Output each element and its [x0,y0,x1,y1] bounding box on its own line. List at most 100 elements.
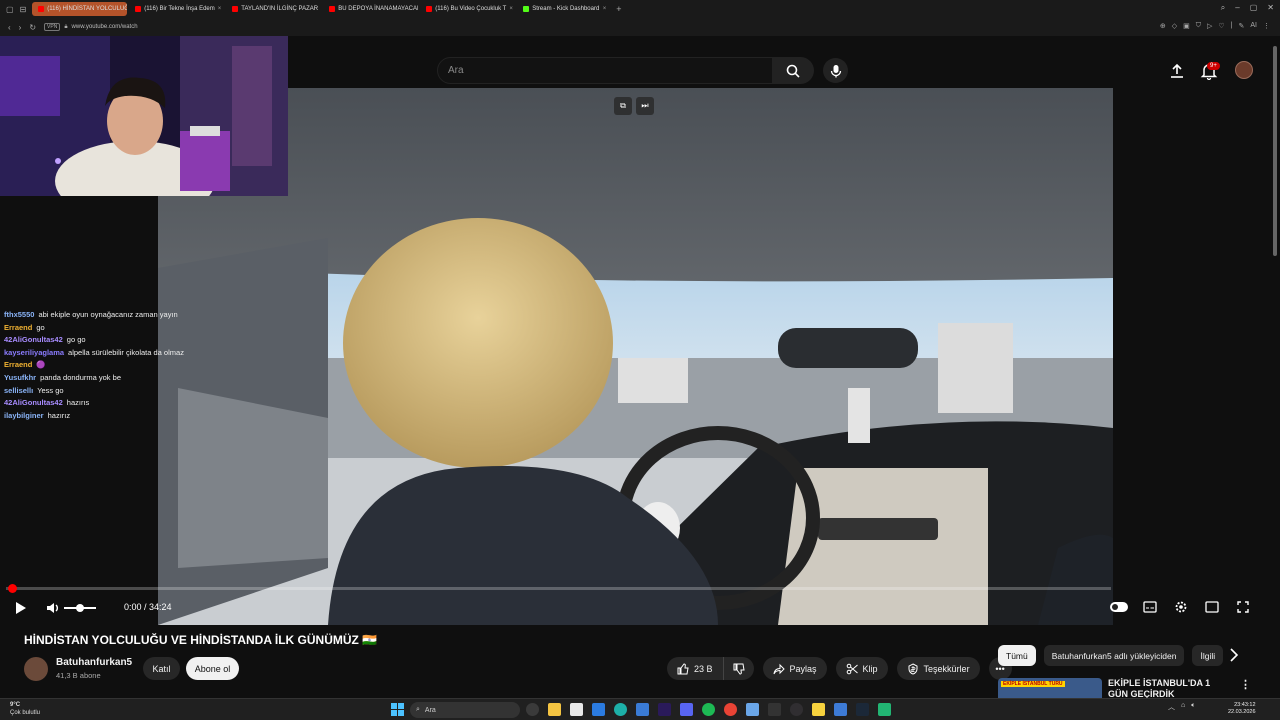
chat-username[interactable]: Erraend [4,360,32,369]
browser-tab[interactable]: TAYLAND'IN İLGİNÇ PAZAR× [226,2,321,16]
volume-slider[interactable] [64,604,96,612]
vpn-app-icon[interactable] [834,703,847,716]
close-tab-icon[interactable]: × [218,6,222,12]
store-icon[interactable] [592,703,605,716]
related-video-thumbnail[interactable]: EKİPLE İSTANBUL TURU [998,678,1102,698]
heart-icon[interactable]: ♡ [1218,22,1224,30]
forward-icon[interactable]: › [19,23,22,32]
chat-username[interactable]: sellisellı [4,386,33,395]
notes-icon[interactable] [812,703,825,716]
browser-tab[interactable]: (116) Bu Video Çocukluk T × [420,2,515,16]
edit-icon[interactable]: ✎ [1239,22,1245,30]
ai-button[interactable]: AI [1250,22,1257,30]
channel-avatar[interactable] [24,657,48,681]
filter-chip[interactable]: İlgili [1192,645,1224,666]
tray-expand-icon[interactable]: ︿ [1168,702,1175,712]
photos-icon[interactable] [636,703,649,716]
snapshot-icon[interactable]: ▣ [1183,22,1190,30]
sidebar-toggle-icon[interactable]: ▢ [6,5,14,14]
workspaces-icon[interactable]: ⊟ [20,5,27,14]
obs-icon[interactable] [790,703,803,716]
speaker-icon[interactable]: 🔈︎ [1191,702,1195,712]
like-button[interactable]: 23 B [667,657,724,680]
premiere-icon[interactable] [658,703,671,716]
minimize-icon[interactable]: – [1235,3,1239,13]
back-icon[interactable]: ‹ [8,23,11,32]
subscribe-button[interactable]: Abone ol [186,657,239,680]
edge-icon[interactable] [614,703,627,716]
chat-username[interactable]: ilaybilginer [4,411,44,420]
clip-button[interactable]: Klip [835,657,888,680]
bookmark-icon[interactable]: ◇ [1172,22,1177,30]
browser-tab[interactable]: (116) Bir Tekne İnşa Edem × [129,2,224,16]
taskbar-clock[interactable]: 23:43:12 22.03.2026 [1228,702,1256,716]
weather-widget[interactable]: 9°C Çok bulutlu [10,701,40,717]
upload-icon[interactable] [1168,62,1186,80]
chevron-right-icon[interactable] [1229,648,1239,662]
taskbar-search[interactable]: ⌕ Ara [410,702,520,718]
play-icon[interactable] [14,600,28,616]
search-button[interactable] [772,57,814,84]
subtitles-button[interactable] [1141,598,1159,616]
menu-icon[interactable]: ⋮ [1263,22,1270,30]
vpn-badge[interactable]: VPN [44,23,61,31]
chat-username[interactable]: 42AliGonultas42 [4,335,63,344]
gallery-icon[interactable] [746,703,759,716]
shield-icon[interactable]: ⛉ [1196,22,1201,30]
settings-button[interactable] [1172,598,1190,616]
channel-name[interactable]: Batuhanfurkan5 [56,657,132,668]
app-icon[interactable] [878,703,891,716]
discord-icon[interactable] [680,703,693,716]
browser-tab[interactable]: BU DEPOYA İNANAMAYACAKS× [323,2,418,16]
notepad-icon[interactable] [570,703,583,716]
progress-scrubber[interactable] [8,584,17,593]
voice-search-button[interactable] [823,58,848,83]
search-input[interactable]: Ara [437,57,774,84]
steam-icon[interactable] [856,703,869,716]
video-progress-bar[interactable] [6,584,1111,593]
skip-next-icon[interactable]: ⏭ [636,97,654,115]
search-tabs-icon[interactable]: ⌕ [1221,3,1225,13]
reload-icon[interactable]: ↻ [29,23,36,32]
video-player[interactable] [158,88,1113,625]
browser-tab[interactable]: Stream - Kick Dashboard × [517,2,612,16]
thanks-button[interactable]: Teşekkürler [896,657,980,680]
filter-chip[interactable]: Tümü [998,645,1036,666]
close-tab-icon[interactable]: × [509,6,513,12]
related-more-icon[interactable]: ⋮ [1240,678,1251,691]
account-avatar[interactable] [1235,61,1253,79]
url-field[interactable]: www.youtube.com/watch [72,24,138,30]
chat-username[interactable]: fthx5550 [4,310,34,319]
chat-username[interactable]: 42AliGonultas42 [4,398,63,407]
miniplayer-icon[interactable]: ⧉ [614,97,632,115]
play-icon[interactable]: ▷ [1207,22,1212,30]
theater-mode-button[interactable] [1203,598,1221,616]
browser-tab[interactable]: (116) HİNDİSTAN YOLCULUĞU× [32,2,128,16]
spotify-icon[interactable] [702,703,715,716]
volume-icon[interactable] [45,600,61,616]
share-button[interactable]: Paylaş [762,657,827,680]
zoom-icon[interactable]: ⊕ [1160,22,1166,30]
xbox-icon[interactable] [526,703,539,716]
network-icon[interactable]: ⌂ [1181,702,1185,712]
chat-username[interactable]: Yusufkhr [4,373,36,382]
maximize-icon[interactable]: ▢ [1250,3,1258,13]
fullscreen-button[interactable] [1234,598,1252,616]
autoplay-toggle[interactable] [1110,598,1128,616]
join-button[interactable]: Katıl [143,657,180,680]
close-window-icon[interactable]: ✕ [1267,3,1274,13]
dislike-button[interactable] [723,657,754,680]
filter-chip[interactable]: Batuhanfurkan5 adlı yükleyiciden [1043,645,1185,666]
terminal-icon[interactable] [768,703,781,716]
related-video-title[interactable]: EKİPLE İSTANBUL'DA 1 GÜN GEÇİRDİK [1108,678,1228,698]
chrome-icon[interactable] [724,703,737,716]
new-tab-icon[interactable]: + [612,4,625,14]
volume-knob[interactable] [76,604,84,612]
windows-start-icon[interactable] [391,703,404,716]
close-tab-icon[interactable]: × [603,6,607,12]
page-scrollbar[interactable] [1272,36,1278,686]
chat-username[interactable]: Erraend [4,323,32,332]
scrollbar-thumb[interactable] [1273,46,1277,256]
chat-username[interactable]: kayseriliyaglama [4,348,64,357]
file-explorer-icon[interactable] [548,703,561,716]
